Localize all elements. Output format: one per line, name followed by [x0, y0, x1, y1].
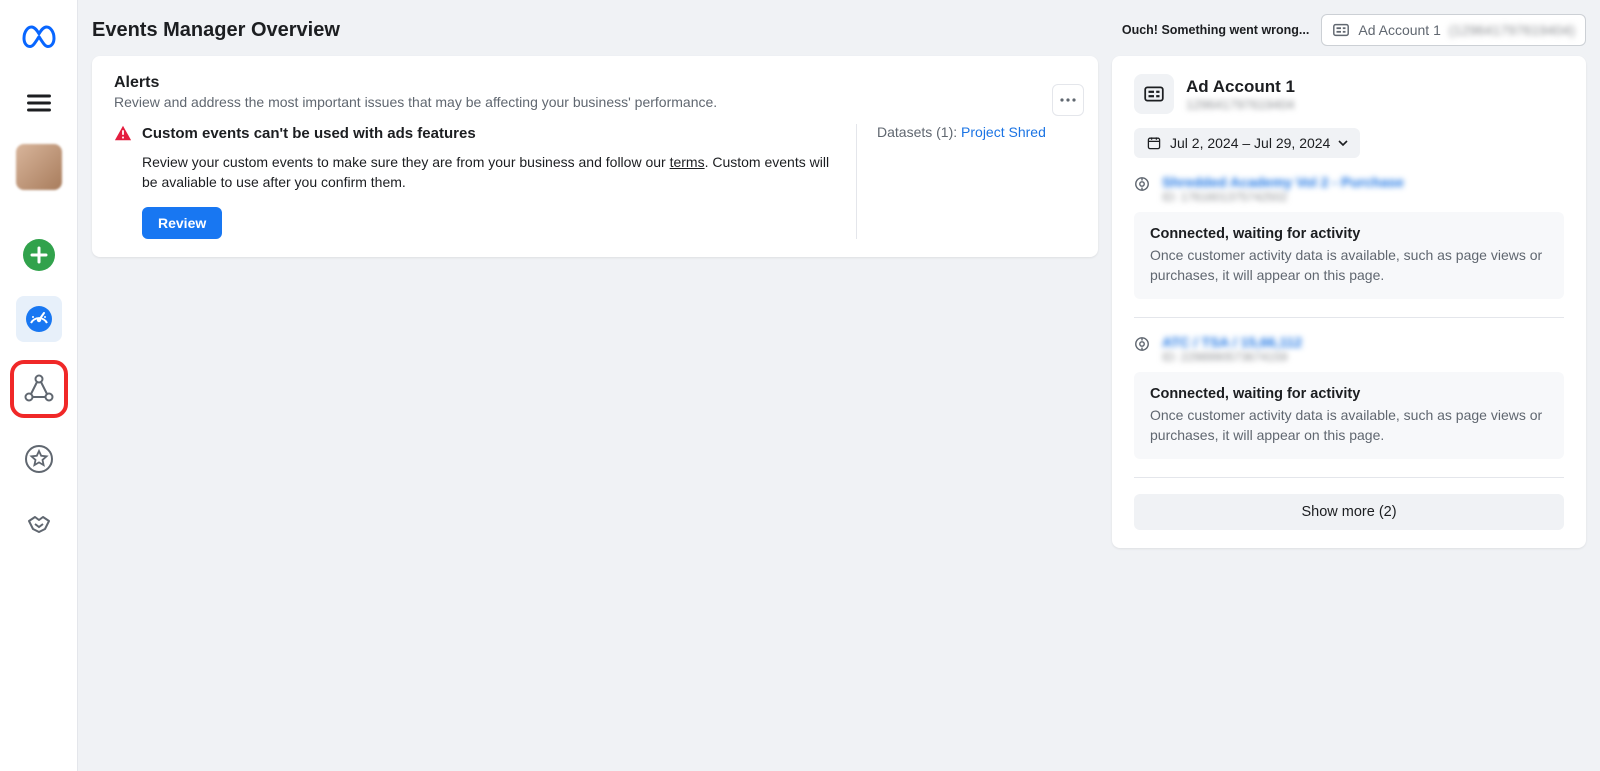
alert-more-actions-button[interactable]: [1052, 84, 1084, 116]
source-status-title: Connected, waiting for activity: [1150, 386, 1548, 402]
source-id: ID: 1761601375742502: [1162, 190, 1404, 204]
alert-item: Custom events can't be used with ads fea…: [114, 124, 1076, 239]
alerts-title: Alerts: [114, 74, 1076, 92]
terms-link[interactable]: terms: [670, 154, 705, 170]
alert-description: Review your custom events to make sure t…: [114, 152, 836, 193]
source-name: ATC / TSA / 15,66,112: [1162, 334, 1302, 350]
source-name: Shredded Academy Vol 2 - Purchase: [1162, 174, 1404, 190]
annotation-highlight: [10, 360, 68, 418]
date-range-picker[interactable]: Jul 2, 2024 – Jul 29, 2024: [1134, 128, 1360, 158]
ellipsis-icon: [1060, 98, 1076, 102]
business-avatar[interactable]: [16, 144, 62, 190]
data-source-item[interactable]: Shredded Academy Vol 2 - Purchase ID: 17…: [1134, 174, 1564, 204]
account-panel-header: Ad Account 1 129641797619404: [1134, 74, 1564, 114]
data-source-item[interactable]: ATC / TSA / 15,66,112 ID: 22989905736741…: [1134, 334, 1564, 364]
warning-icon: [114, 124, 132, 142]
source-status-block: Connected, waiting for activity Once cus…: [1134, 372, 1564, 459]
partner-integrations-icon[interactable]: [16, 500, 62, 546]
pixel-icon: [1134, 336, 1152, 355]
account-selector-id: (129641797619404): [1449, 22, 1575, 38]
date-range-text: Jul 2, 2024 – Jul 29, 2024: [1170, 135, 1330, 151]
error-toast-text: Ouch! Something went wrong...: [1122, 23, 1310, 37]
top-right-controls: Ouch! Something went wrong... Ad Account…: [1122, 14, 1586, 46]
alert-datasets: Datasets (1): Project Shred: [856, 124, 1076, 239]
alert-desc-part1: Review your custom events to make sure t…: [142, 154, 670, 170]
custom-conversions-icon[interactable]: [16, 436, 62, 482]
content-row: Alerts Review and address the most impor…: [92, 56, 1586, 548]
show-more-button[interactable]: Show more (2): [1134, 494, 1564, 530]
pixel-icon: [1134, 176, 1152, 195]
add-icon[interactable]: [16, 232, 62, 278]
calendar-icon: [1146, 135, 1162, 151]
meta-logo-icon[interactable]: [16, 16, 62, 62]
account-panel-id: 129641797619404: [1186, 97, 1295, 112]
divider: [1134, 317, 1564, 318]
top-bar: Events Manager Overview Ouch! Something …: [92, 14, 1586, 56]
source-status-title: Connected, waiting for activity: [1150, 226, 1548, 242]
divider: [1134, 477, 1564, 478]
alerts-card: Alerts Review and address the most impor…: [92, 56, 1098, 257]
data-sources-icon[interactable]: [16, 366, 62, 412]
source-status-desc: Once customer activity data is available…: [1150, 246, 1548, 285]
source-status-block: Connected, waiting for activity Once cus…: [1134, 212, 1564, 299]
account-selector[interactable]: Ad Account 1 (129641797619404): [1321, 14, 1586, 46]
source-status-desc: Once customer activity data is available…: [1150, 406, 1548, 445]
account-selector-label: Ad Account 1: [1358, 22, 1441, 38]
main-content: Events Manager Overview Ouch! Something …: [78, 0, 1600, 771]
account-icon: [1143, 83, 1165, 105]
source-id: ID: 2298990573674159: [1162, 350, 1302, 364]
alerts-subtitle: Review and address the most important is…: [114, 94, 1076, 110]
review-button[interactable]: Review: [142, 207, 222, 239]
chevron-down-icon: [1338, 140, 1348, 146]
alert-main: Custom events can't be used with ads fea…: [114, 124, 836, 239]
alert-heading: Custom events can't be used with ads fea…: [142, 125, 476, 142]
dashboard-icon[interactable]: [16, 296, 62, 342]
datasets-label: Datasets (1):: [877, 124, 961, 140]
account-panel: Ad Account 1 129641797619404 Jul 2, 2024…: [1112, 56, 1586, 548]
account-icon: [1332, 21, 1350, 39]
hamburger-menu-icon[interactable]: [16, 80, 62, 126]
left-nav: [0, 0, 78, 771]
account-panel-title: Ad Account 1: [1186, 77, 1295, 97]
page-title: Events Manager Overview: [92, 19, 340, 42]
account-icon-square: [1134, 74, 1174, 114]
dataset-link[interactable]: Project Shred: [961, 124, 1046, 140]
